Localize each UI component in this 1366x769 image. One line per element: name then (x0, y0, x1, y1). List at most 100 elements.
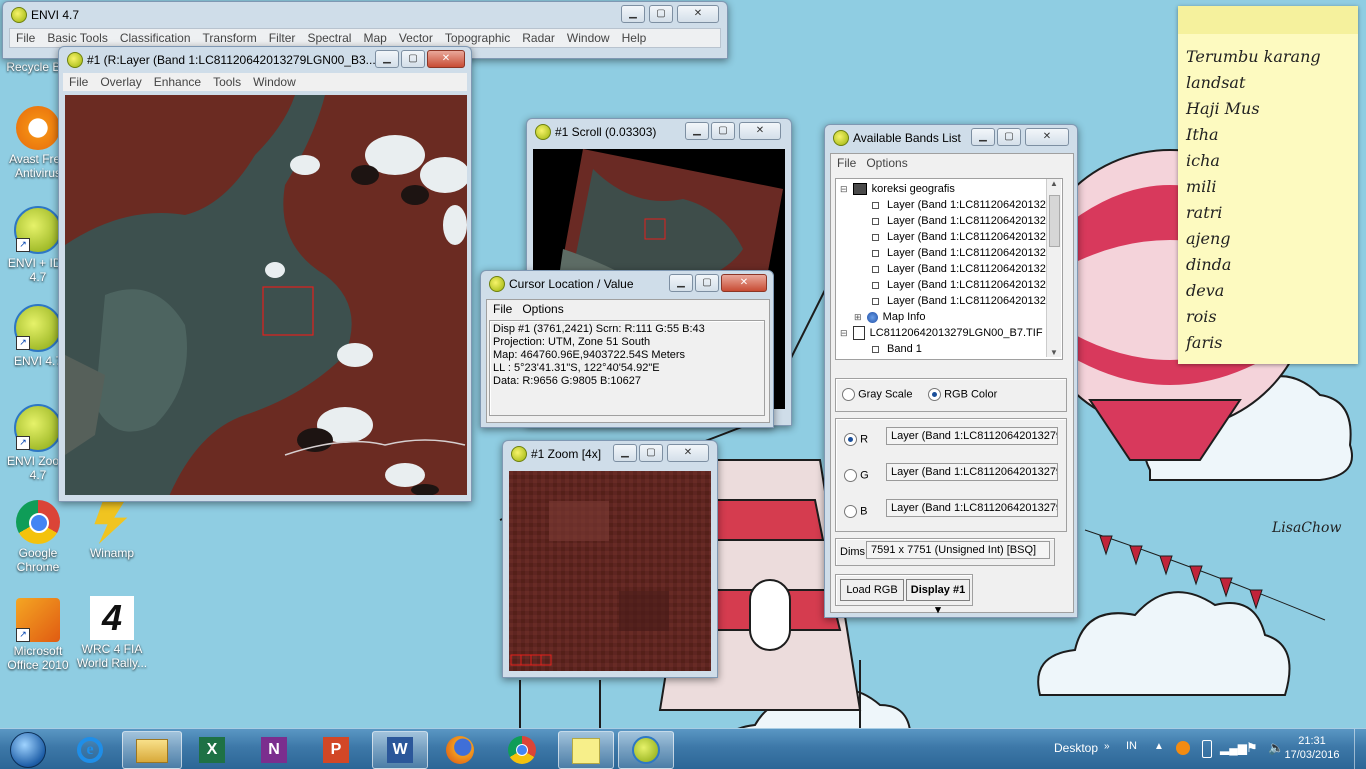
band-tree[interactable]: ⊟ koreksi geografis Layer (Band 1:LC8112… (835, 178, 1063, 360)
menu-enhance[interactable]: Enhance (148, 73, 207, 91)
b-option[interactable]: B (844, 505, 867, 518)
minimize-button[interactable]: ▁ (669, 274, 693, 292)
menu-file[interactable]: File (487, 302, 518, 316)
tree-file-b7[interactable]: ⊟ LC81120642013279LGN00_B7.TIF (840, 325, 1043, 341)
r-radio[interactable] (844, 433, 857, 446)
tree-band-item[interactable]: Layer (Band 1:LC81120642013279 (872, 245, 1058, 261)
menu-radar[interactable]: Radar (516, 29, 561, 47)
tree-band-item[interactable]: Band 1 (872, 341, 922, 357)
g-radio[interactable] (844, 469, 857, 482)
taskbar-powerpoint[interactable]: P (310, 731, 362, 767)
menu-overlay[interactable]: Overlay (94, 73, 147, 91)
g-band-field[interactable]: Layer (Band 1:LC81120642013279 (886, 463, 1058, 481)
taskbar-chrome[interactable] (496, 731, 548, 767)
tree-band-item[interactable]: Layer (Band 1:LC81120642013279 (872, 261, 1058, 277)
menu-window[interactable]: Window (247, 73, 302, 91)
maximize-button[interactable]: ▢ (997, 128, 1021, 146)
close-button[interactable]: ✕ (721, 274, 767, 292)
menu-window[interactable]: Window (561, 29, 616, 47)
show-hidden-icons-icon[interactable]: ▲ (1154, 741, 1164, 752)
taskbar-onenote[interactable]: N (248, 731, 300, 767)
cursor-window-titlebar[interactable]: Cursor Location / Value ▁ ▢ ✕ (481, 271, 773, 297)
maximize-button[interactable]: ▢ (639, 444, 663, 462)
show-desktop-button[interactable] (1354, 729, 1366, 769)
taskbar-explorer[interactable] (122, 731, 182, 769)
tree-scrollbar[interactable]: ▲ ▼ (1046, 179, 1061, 357)
expand-icon[interactable]: ⊞ (854, 312, 862, 322)
desktop-icon-chrome[interactable]: Google Chrome (0, 500, 76, 574)
collapse-icon[interactable]: ⊟ (840, 328, 848, 338)
menu-transform[interactable]: Transform (197, 29, 263, 47)
sticky-note-header[interactable] (1178, 6, 1358, 34)
language-indicator[interactable]: IN (1126, 740, 1137, 752)
start-button[interactable] (4, 730, 50, 768)
maximize-button[interactable]: ▢ (649, 5, 673, 23)
tree-band-item[interactable]: Layer (Band 1:LC81120642013279 (872, 213, 1058, 229)
r-option[interactable]: R (844, 433, 868, 446)
menu-spectral[interactable]: Spectral (301, 29, 357, 47)
tree-map-info[interactable]: ⊞ Map Info (854, 309, 925, 325)
battery-icon[interactable] (1202, 740, 1212, 758)
menu-options[interactable]: Options (518, 302, 567, 316)
bands-window-titlebar[interactable]: Available Bands List ▁ ▢ ✕ (825, 125, 1077, 151)
menu-classification[interactable]: Classification (114, 29, 197, 47)
menu-map[interactable]: Map (357, 29, 392, 47)
taskbar-excel[interactable]: X (186, 731, 238, 767)
image-window-titlebar[interactable]: #1 (R:Layer (Band 1:LC81120642013279LGN0… (59, 47, 471, 73)
desktop-toolbar-arrow-icon[interactable]: » (1104, 741, 1110, 752)
scroll-window-titlebar[interactable]: #1 Scroll (0.03303) ▁ ▢ ✕ (527, 119, 791, 145)
tree-band-item[interactable]: Layer (Band 1:LC81120642013279 (872, 197, 1058, 213)
menu-file[interactable]: File (63, 73, 94, 91)
rgb-color-radio[interactable] (928, 388, 941, 401)
zoom-image-canvas[interactable] (509, 471, 711, 671)
menu-file[interactable]: File (831, 156, 862, 170)
menu-tools[interactable]: Tools (207, 73, 247, 91)
close-button[interactable]: ✕ (739, 122, 781, 140)
taskbar-sticky-notes[interactable] (558, 731, 614, 769)
taskbar-ie[interactable]: e (64, 731, 116, 767)
signal-strength-icon[interactable]: ▂▄▆ (1220, 741, 1247, 755)
system-clock[interactable]: 21:31 17/03/2016 (1280, 734, 1344, 762)
rgb-color-option[interactable]: RGB Color (928, 388, 997, 401)
menu-file[interactable]: File (10, 29, 41, 47)
minimize-button[interactable]: ▁ (613, 444, 637, 462)
avast-tray-icon[interactable] (1176, 741, 1190, 755)
load-rgb-button[interactable]: Load RGB (840, 579, 904, 601)
tree-band-item[interactable]: Layer (Band 1:LC81120642013279 (872, 229, 1058, 245)
maximize-button[interactable]: ▢ (695, 274, 719, 292)
satellite-image-canvas[interactable] (65, 95, 467, 495)
menu-vector[interactable]: Vector (393, 29, 439, 47)
desktop-icon-wrc4[interactable]: 4 WRC 4 FIA World Rally... (74, 596, 150, 670)
r-band-field[interactable]: Layer (Band 1:LC81120642013279 (886, 427, 1058, 445)
envi-main-titlebar[interactable]: ENVI 4.7 ▁ ▢ ✕ (3, 2, 727, 28)
minimize-button[interactable]: ▁ (685, 122, 709, 140)
b-radio[interactable] (844, 505, 857, 518)
desktop-toolbar-label[interactable]: Desktop (1054, 741, 1098, 755)
taskbar-envi[interactable] (618, 731, 674, 769)
minimize-button[interactable]: ▁ (621, 5, 645, 23)
g-option[interactable]: G (844, 469, 869, 482)
action-center-flag-icon[interactable]: ⚑ (1246, 740, 1258, 756)
sticky-note[interactable]: Terumbu karang landsat Haji Mus Itha ich… (1178, 6, 1358, 364)
desktop-icon-winamp[interactable]: Winamp (74, 500, 150, 560)
minimize-button[interactable]: ▁ (375, 50, 399, 68)
minimize-button[interactable]: ▁ (971, 128, 995, 146)
gray-scale-option[interactable]: Gray Scale (842, 388, 912, 401)
desktop-icon-office[interactable]: ↗ Microsoft Office 2010 (0, 598, 76, 672)
b-band-field[interactable]: Layer (Band 1:LC81120642013279 (886, 499, 1058, 517)
collapse-icon[interactable]: ⊟ (840, 184, 848, 194)
scrollbar-thumb[interactable] (1049, 195, 1060, 247)
close-button[interactable]: ✕ (427, 50, 465, 68)
tree-band-item[interactable]: Layer (Band 1:LC81120642013279 (872, 277, 1058, 293)
menu-help[interactable]: Help (616, 29, 653, 47)
maximize-button[interactable]: ▢ (401, 50, 425, 68)
menu-options[interactable]: Options (862, 156, 911, 170)
taskbar-word[interactable]: W (372, 731, 428, 769)
taskbar-firefox[interactable] (434, 731, 486, 767)
gray-scale-radio[interactable] (842, 388, 855, 401)
maximize-button[interactable]: ▢ (711, 122, 735, 140)
menu-filter[interactable]: Filter (263, 29, 302, 47)
tree-file-koreksi[interactable]: ⊟ koreksi geografis (840, 181, 955, 197)
close-button[interactable]: ✕ (1025, 128, 1069, 146)
close-button[interactable]: ✕ (677, 5, 719, 23)
